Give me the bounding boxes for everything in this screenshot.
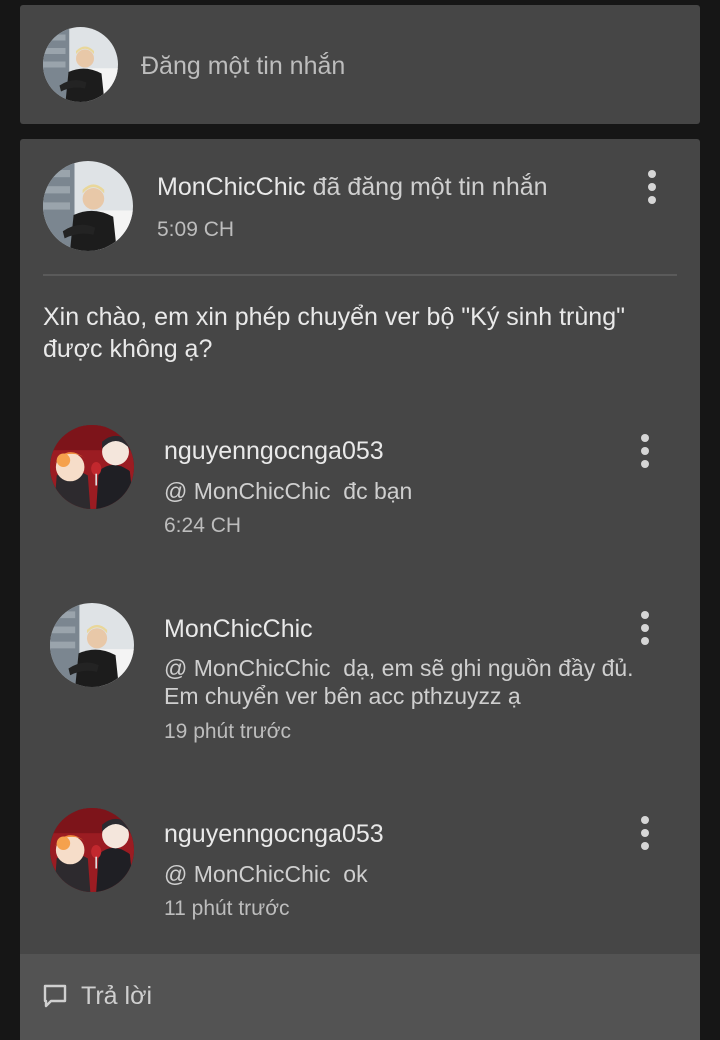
post-body: Xin chào, em xin phép chuyển ver bộ "Ký … [43,303,625,363]
photo-avatar-image [43,161,133,251]
post-header: MonChicChic đã đăng một tin nhắn [157,173,548,202]
reply-text-line: dạ, em sẽ ghi nguồn đầy đủ. [343,655,634,681]
reply-time: 6:24 CH [164,514,242,537]
post-more-icon[interactable] [637,167,667,207]
reply-time: 11 phút trước [164,897,290,920]
reply-mention[interactable]: @ MonChicChic [164,478,331,504]
reply-author[interactable]: nguyenngocnga053 [164,437,384,466]
author-avatar[interactable] [43,161,133,251]
reply-text: @ MonChicChic đc bạn [164,478,412,505]
post-divider [43,274,677,276]
photo-avatar-image [43,27,118,102]
cartoon-avatar-image [50,425,134,509]
reply-mention[interactable]: @ MonChicChic [164,861,331,887]
comment-icon [43,984,67,1008]
reply-more-icon[interactable] [630,813,660,853]
compose-card[interactable]: Đăng một tin nhắn [20,5,700,124]
reply-time: 19 phút trước [164,720,292,743]
reply-text-line: Em chuyển ver bên acc pthzuyzz ạ [164,683,521,709]
post-card: MonChicChic đã đăng một tin nhắn 5:09 CH… [20,139,700,1040]
reply-text: @ MonChicChic dạ, em sẽ ghi nguồn đầy đủ… [164,655,634,682]
reply-bar[interactable]: Trả lời [20,954,700,1040]
reply-author[interactable]: nguyenngocnga053 [164,820,384,849]
reply-mention[interactable]: @ MonChicChic [164,655,331,681]
reply-text-line: đc bạn [343,478,413,504]
cartoon-avatar-image [50,808,134,892]
reply-text: @ MonChicChic ok [164,861,368,888]
post-time: 5:09 CH [157,218,235,241]
compose-placeholder[interactable]: Đăng một tin nhắn [141,52,345,81]
reply-more-icon[interactable] [630,608,660,648]
user-avatar [43,27,118,102]
reply-button-label[interactable]: Trả lời [81,982,152,1011]
reply-more-icon[interactable] [630,431,660,471]
post-author[interactable]: MonChicChic [157,173,306,201]
reply-text-line: ok [343,861,368,887]
reply-avatar[interactable] [50,425,134,509]
photo-avatar-image [50,603,134,687]
post-action: đã đăng một tin nhắn [312,173,548,201]
reply-author[interactable]: MonChicChic [164,615,313,644]
reply-avatar[interactable] [50,808,134,892]
reply-avatar[interactable] [50,603,134,687]
